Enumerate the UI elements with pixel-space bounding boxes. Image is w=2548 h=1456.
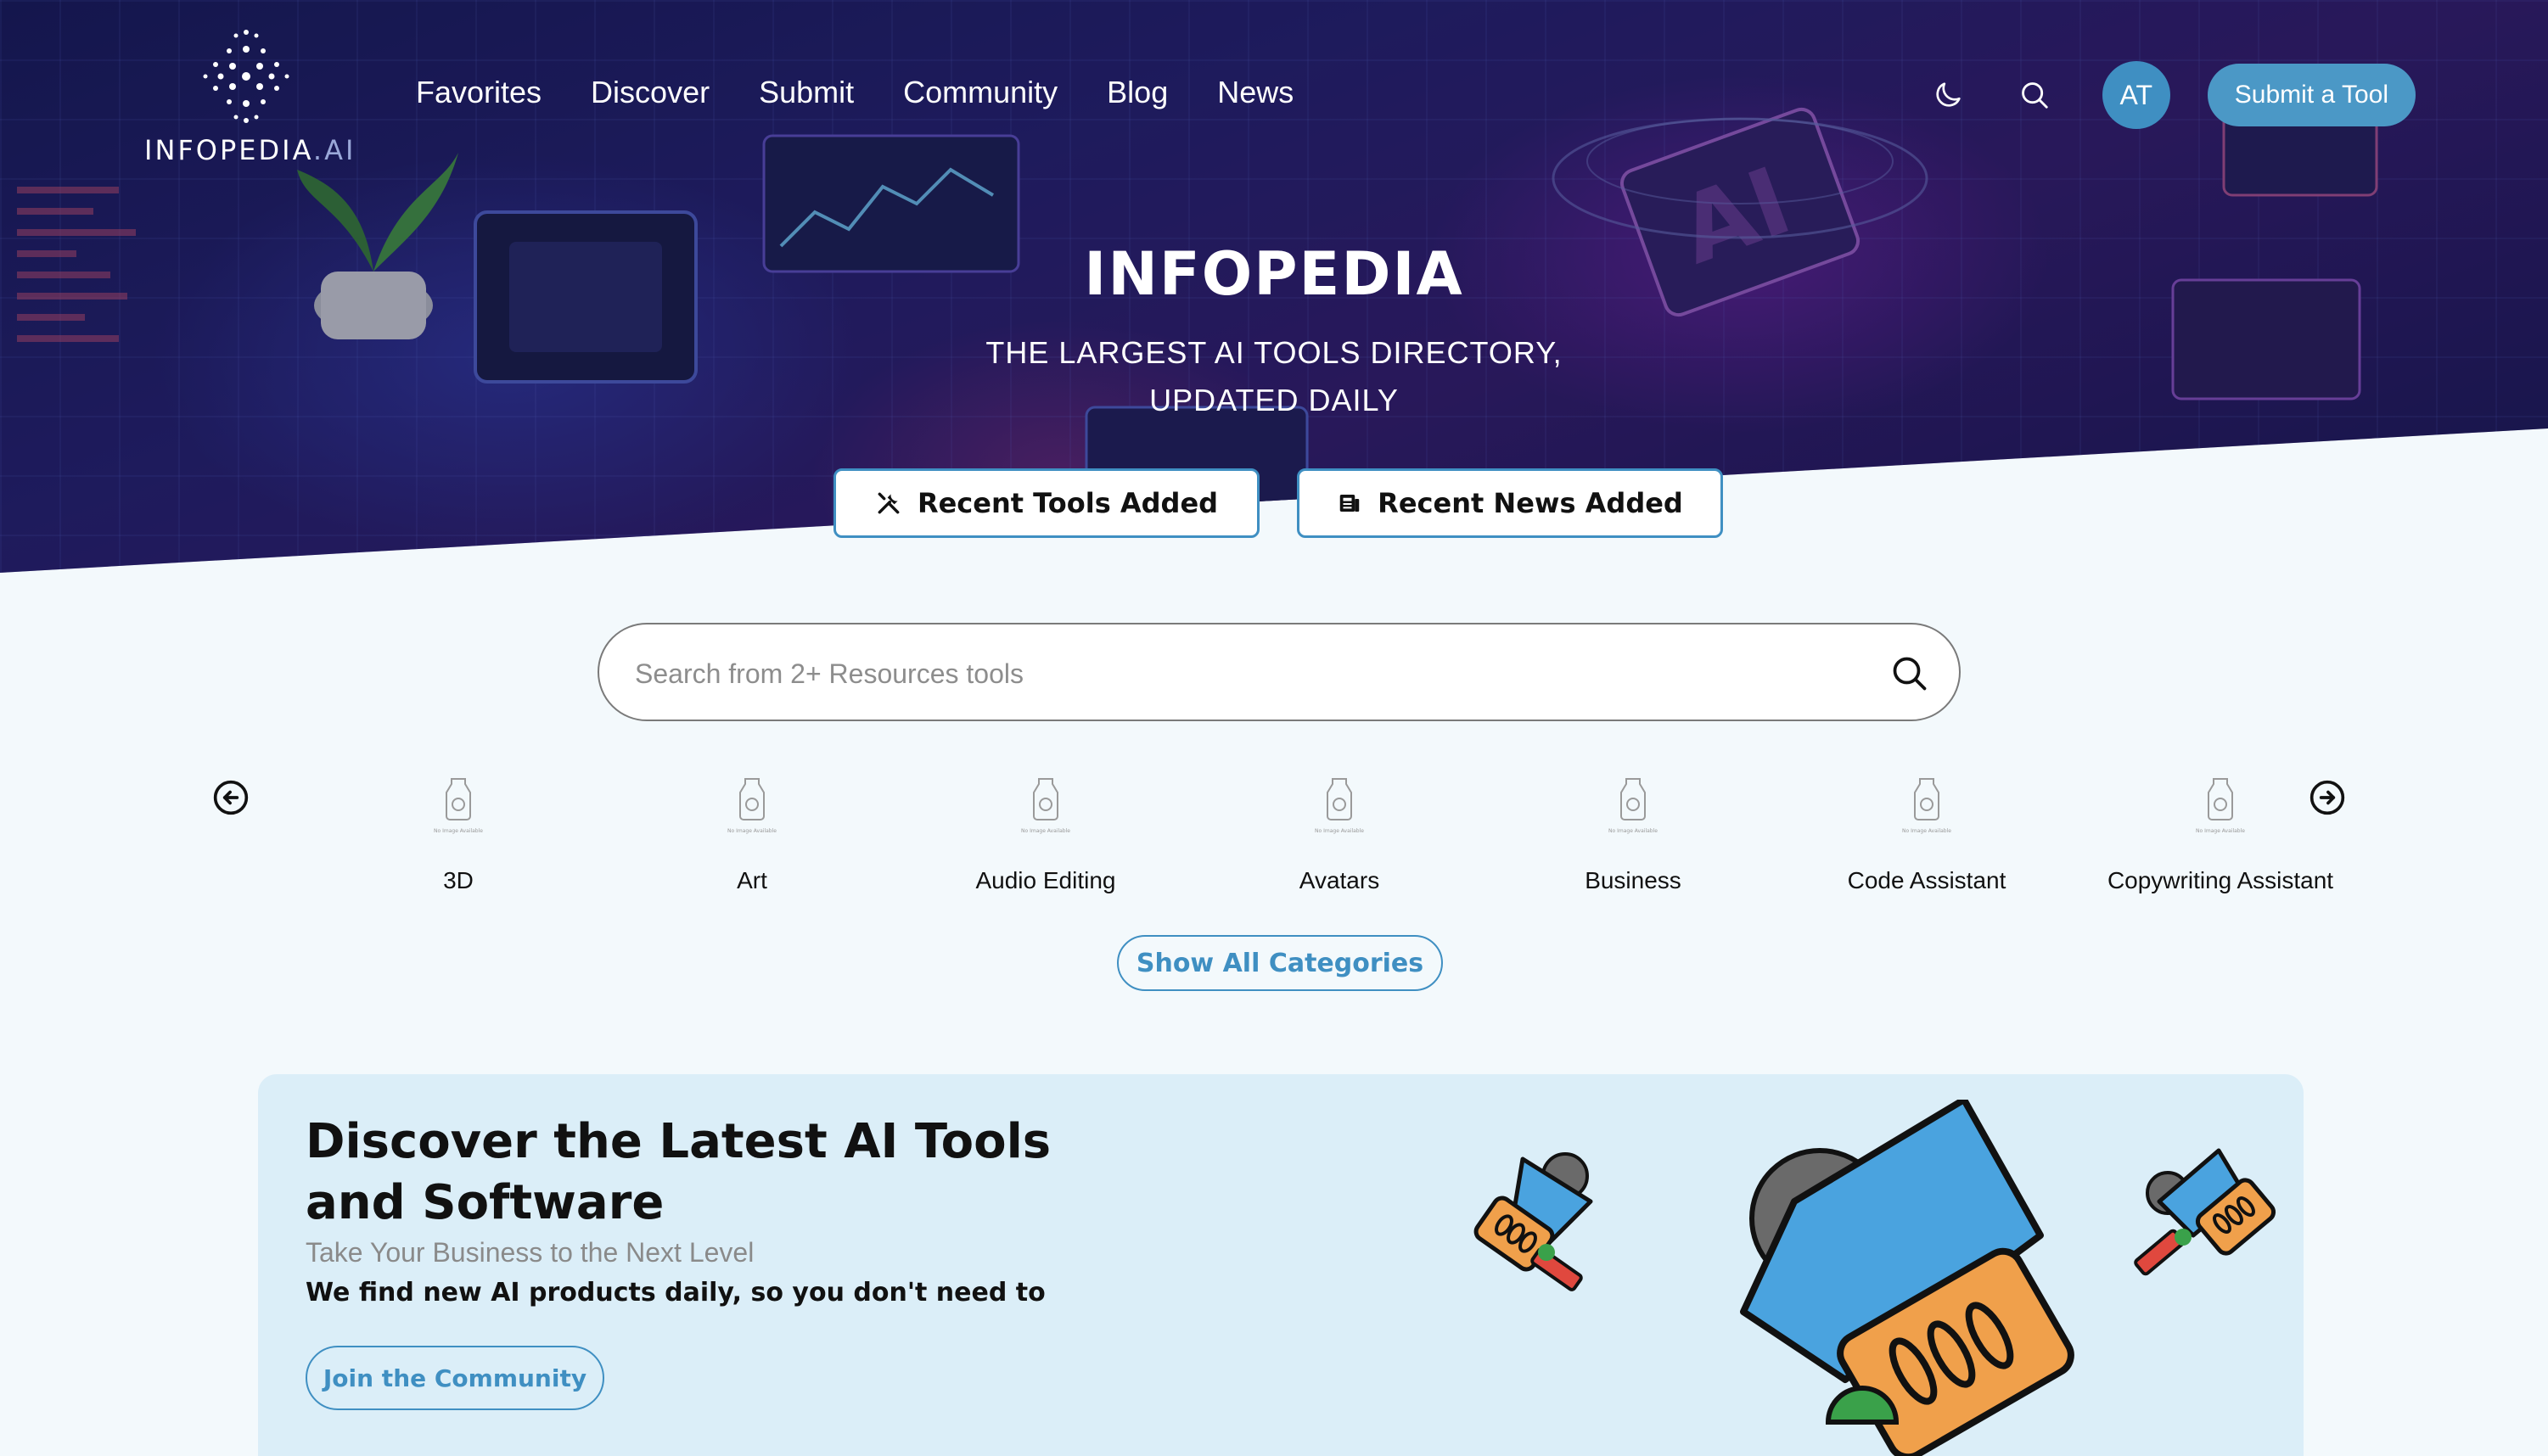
nav-link-favorites[interactable]: Favorites	[416, 75, 542, 110]
tools-icon	[878, 492, 900, 514]
nav-link-submit[interactable]: Submit	[759, 75, 854, 110]
category-label: 3D	[443, 867, 474, 893]
dark-mode-toggle[interactable]	[1922, 70, 1973, 120]
megaphone-large-icon	[1740, 1100, 2074, 1456]
no-image-placeholder-icon: No Image Available	[1315, 778, 1364, 834]
hero-title: INFOPEDIA	[1084, 239, 1464, 309]
hero-subtitle-line2: UPDATED DAILY	[1149, 383, 1399, 417]
category-item-code-assistant[interactable]: No Image Available Code Assistant	[1799, 769, 2054, 904]
tool-search-submit[interactable]	[1886, 650, 1933, 697]
no-image-placeholder-icon: No Image Available	[1021, 778, 1070, 834]
join-community-button[interactable]: Join the Community	[306, 1346, 604, 1410]
nav-link-news[interactable]: News	[1217, 75, 1294, 110]
placeholder-caption: No Image Available	[1608, 828, 1658, 834]
tool-search-box	[598, 623, 1961, 721]
placeholder-caption: No Image Available	[727, 828, 777, 834]
search-icon	[1893, 657, 1927, 691]
show-all-categories-button[interactable]: Show All Categories	[1117, 935, 1443, 991]
placeholder-caption: No Image Available	[1021, 828, 1070, 834]
no-image-placeholder-icon: No Image Available	[1608, 778, 1658, 834]
category-item-copywriting-assistant[interactable]: No Image Available Copywriting Assistant	[2093, 769, 2348, 904]
no-image-placeholder-icon: No Image Available	[434, 778, 483, 834]
promo-card: Discover the Latest AI Tools and Softwar…	[258, 1074, 2304, 1456]
site-logo[interactable]: INFOPEDIA.AI	[136, 24, 356, 176]
category-item-3d[interactable]: No Image Available 3D	[331, 769, 586, 904]
no-image-placeholder-icon: No Image Available	[1902, 778, 1951, 834]
newspaper-icon	[1339, 495, 1360, 512]
hero-subtitle-line1: THE LARGEST AI TOOLS DIRECTORY,	[985, 335, 1563, 370]
no-image-placeholder-icon: No Image Available	[2196, 778, 2245, 834]
category-label: Code Assistant	[1847, 867, 2006, 893]
main-nav: Favorites Discover Submit Community Blog…	[416, 75, 1294, 110]
category-carousel: No Image Available 3D No Image Available…	[331, 769, 2333, 904]
no-image-placeholder-icon: No Image Available	[727, 778, 777, 834]
category-label: Business	[1585, 867, 1681, 893]
hero-subtitle: THE LARGEST AI TOOLS DIRECTORY, UPDATED …	[0, 329, 2548, 424]
category-item-audio-editing[interactable]: No Image Available Audio Editing	[918, 769, 1173, 904]
promo-title: Discover the Latest AI Tools and Softwar…	[306, 1114, 1052, 1230]
nav-link-blog[interactable]: Blog	[1107, 75, 1168, 110]
recent-buttons: Recent Tools Added Recent News Added	[833, 468, 1723, 538]
user-avatar[interactable]: AT	[2102, 61, 2170, 129]
promo-description: We find new AI products daily, so you do…	[306, 1278, 1046, 1308]
category-item-art[interactable]: No Image Available Art	[625, 769, 879, 904]
logo-wordmark: INFOPEDIA.AI	[144, 134, 365, 166]
arrow-left-circle-icon	[213, 780, 249, 815]
category-label: Art	[737, 867, 767, 893]
moon-icon	[1936, 82, 1961, 107]
search-icon	[2021, 82, 2048, 109]
placeholder-caption: No Image Available	[1902, 828, 1951, 834]
tool-search-input[interactable]	[633, 648, 1825, 699]
category-label: Avatars	[1299, 867, 1380, 893]
nav-search-button[interactable]	[2009, 70, 2060, 120]
recent-tools-label: Recent Tools Added	[917, 487, 1219, 519]
placeholder-caption: No Image Available	[434, 828, 483, 834]
placeholder-caption: No Image Available	[2196, 828, 2245, 834]
category-item-business[interactable]: No Image Available Business	[1506, 769, 1760, 904]
megaphone-small-icon	[2134, 1148, 2276, 1276]
logo-text: INFOPEDIA	[144, 134, 313, 166]
megaphone-icon	[1473, 1152, 1593, 1291]
promo-subtitle: Take Your Business to the Next Level	[306, 1237, 755, 1268]
logo-dots-icon	[203, 30, 289, 123]
category-label: Copywriting Assistant	[2107, 867, 2334, 893]
recent-news-label: Recent News Added	[1378, 487, 1683, 519]
nav-link-community[interactable]: Community	[903, 75, 1058, 110]
placeholder-caption: No Image Available	[1315, 828, 1364, 834]
categories-prev-arrow[interactable]	[212, 779, 250, 816]
category-item-avatars[interactable]: No Image Available Avatars	[1212, 769, 1467, 904]
nav-link-discover[interactable]: Discover	[591, 75, 710, 110]
recent-tools-button[interactable]: Recent Tools Added	[833, 468, 1260, 538]
submit-tool-button[interactable]: Submit a Tool	[2207, 64, 2416, 126]
recent-news-button[interactable]: Recent News Added	[1297, 468, 1723, 538]
nav-actions: AT Submit a Tool	[1922, 61, 2416, 129]
category-label: Audio Editing	[975, 867, 1116, 893]
logo-suffix: .AI	[312, 134, 356, 166]
